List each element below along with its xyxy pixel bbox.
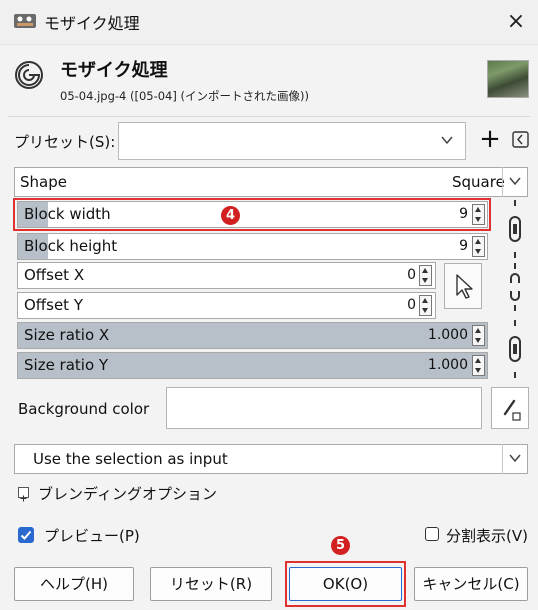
size-ratio-x-label: Size ratio X: [24, 326, 110, 344]
gimp-app-icon: [14, 14, 36, 28]
preset-label: プリセット(S):: [14, 133, 116, 151]
shape-dropdown-arrow[interactable]: [502, 167, 528, 197]
offset-y-field[interactable]: Offset Y 0: [17, 292, 436, 319]
close-button[interactable]: ×: [500, 6, 532, 38]
shape-value: Square: [452, 173, 505, 191]
expand-plus-icon[interactable]: [18, 487, 29, 502]
blending-options-expander[interactable]: ブレンディングオプション: [38, 483, 217, 504]
split-view-label[interactable]: 分割表示(V): [446, 525, 528, 546]
step-badge-5: 5: [331, 536, 350, 555]
shape-label: Shape: [20, 173, 67, 191]
chevron-down-icon[interactable]: [440, 133, 454, 147]
chain-link-broken-icon[interactable]: [508, 263, 522, 311]
cancel-button[interactable]: キャンセル(C): [414, 567, 528, 601]
chain-link-icon[interactable]: [508, 200, 522, 258]
checkmark-icon: [20, 530, 32, 540]
block-height-field[interactable]: Block height 9: [17, 233, 488, 260]
block-height-value[interactable]: 9: [418, 238, 468, 254]
chevron-down-icon: [509, 454, 521, 463]
size-ratio-y-value[interactable]: 1.000: [398, 357, 468, 373]
size-ratio-y-field[interactable]: Size ratio Y 1.000: [17, 352, 488, 379]
help-button[interactable]: ヘルプ(H): [14, 567, 134, 601]
background-color-label: Background color: [18, 400, 150, 418]
preset-menu-icon[interactable]: [512, 131, 529, 148]
size-ratio-y-spinner[interactable]: [472, 355, 485, 376]
preview-label[interactable]: プレビュー(P): [44, 525, 140, 546]
reset-button[interactable]: リセット(R): [150, 567, 272, 601]
window-title: モザイク処理: [44, 14, 140, 33]
input-mode-dropdown-arrow[interactable]: [502, 444, 528, 474]
split-view-checkbox[interactable]: [425, 527, 439, 541]
add-preset-button[interactable]: +: [478, 124, 502, 154]
offset-x-spinner[interactable]: [419, 265, 432, 286]
preset-combobox[interactable]: [118, 122, 466, 160]
background-color-swatch[interactable]: [166, 387, 482, 429]
offset-y-label: Offset Y: [24, 296, 83, 314]
chevron-down-icon: [509, 177, 521, 186]
offset-y-value[interactable]: 0: [358, 297, 416, 313]
mosaic-filter-icon: [15, 61, 43, 89]
block-height-label: Block height: [24, 237, 118, 255]
offset-x-value[interactable]: 0: [358, 267, 416, 283]
cursor-pointer-icon: [456, 274, 473, 299]
image-thumbnail: [487, 60, 529, 98]
step-badge-4: 4: [221, 206, 240, 225]
input-mode-value: Use the selection as input: [33, 450, 228, 468]
size-ratio-x-spinner[interactable]: [472, 325, 485, 346]
highlight-box-block-width: [13, 198, 491, 231]
preview-checkbox[interactable]: [18, 527, 34, 543]
shape-combobox[interactable]: [14, 167, 528, 197]
header-divider: [8, 116, 530, 117]
offset-x-field[interactable]: Offset X 0: [17, 262, 436, 289]
chain-link-icon[interactable]: [508, 320, 522, 378]
pick-offset-button[interactable]: [444, 263, 482, 309]
color-picker-button[interactable]: [491, 387, 529, 429]
eyedropper-icon: [503, 399, 521, 421]
offset-x-label: Offset X: [24, 266, 85, 284]
ok-button[interactable]: OK(O): [289, 567, 402, 601]
size-ratio-x-field[interactable]: Size ratio X 1.000: [17, 322, 488, 349]
size-ratio-y-label: Size ratio Y: [24, 356, 109, 374]
block-height-spinner[interactable]: [472, 236, 485, 257]
dialog-heading: モザイク処理: [60, 60, 168, 81]
size-ratio-x-value[interactable]: 1.000: [398, 327, 468, 343]
offset-y-spinner[interactable]: [419, 295, 432, 316]
image-source-label: 05-04.jpg-4 ([05-04] (インポートされた画像)): [60, 89, 309, 103]
